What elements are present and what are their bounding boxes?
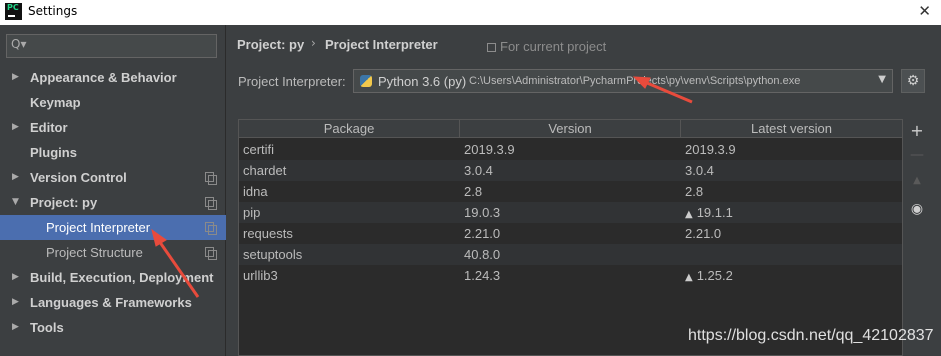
project-settings-icon: [205, 247, 217, 260]
chevron-down-icon[interactable]: ▼: [878, 74, 886, 85]
sidebar-item-label: Version Control: [30, 170, 127, 185]
gear-icon[interactable]: ⚙: [901, 69, 925, 93]
table-row[interactable]: certifi 2019.3.9 2019.3.9: [239, 139, 902, 160]
breadcrumb-separator: ›: [311, 36, 316, 50]
column-header-version[interactable]: Version: [460, 120, 681, 138]
package-latest: 2019.3.9: [685, 142, 736, 157]
upgrade-available-icon: ▲: [685, 272, 693, 283]
packages-table: Package Version Latest version certifi 2…: [238, 119, 903, 356]
interpreter-label: Project Interpreter:: [238, 74, 346, 89]
project-settings-icon: [205, 197, 217, 210]
pycharm-logo-icon: PC: [5, 3, 22, 20]
table-row[interactable]: pip 19.0.3 ▲ 19.1.1: [239, 202, 902, 223]
package-version: 2.8: [464, 184, 483, 199]
package-name: certifi: [243, 142, 275, 157]
latest-version-label: 1.25.2: [696, 268, 733, 283]
package-version: 1.24.3: [464, 268, 501, 283]
table-row[interactable]: setuptools 40.8.0: [239, 244, 902, 265]
package-name: idna: [243, 184, 268, 199]
package-version: 40.8.0: [464, 247, 501, 262]
sidebar-item-editor[interactable]: ▶ Editor: [0, 115, 226, 140]
interpreter-select[interactable]: Python 3.6 (py) C:\Users\Administrator\P…: [353, 69, 893, 93]
package-version: 3.0.4: [464, 163, 493, 178]
expand-arrow-icon[interactable]: ▶: [12, 290, 19, 315]
interpreter-path: C:\Users\Administrator\PycharmProjects\p…: [469, 75, 801, 87]
search-icon: Q▾: [11, 37, 27, 51]
package-name: urllib3: [243, 268, 278, 283]
interpreter-name: Python 3.6 (py): [378, 74, 467, 89]
window-title: Settings: [28, 4, 78, 18]
python-icon: [360, 75, 372, 87]
table-row[interactable]: chardet 3.0.4 3.0.4: [239, 160, 902, 181]
column-header-latest-version[interactable]: Latest version: [681, 120, 902, 138]
latest-version-label: 19.1.1: [696, 205, 733, 220]
expand-arrow-icon[interactable]: ▶: [12, 165, 19, 190]
sidebar-item-version-control[interactable]: ▶ Version Control: [0, 165, 226, 190]
watermark: https://blog.csdn.net/qq_42102837: [688, 327, 934, 344]
sidebar-item-keymap[interactable]: Keymap: [0, 90, 226, 115]
settings-sidebar: Q▾ ▶ Appearance & Behavior Keymap ▶ Edit…: [0, 25, 226, 356]
close-icon[interactable]: ✕: [918, 2, 931, 20]
package-latest: ▲ 19.1.1: [685, 202, 733, 225]
project-settings-icon: [205, 222, 217, 235]
settings-content: Project: py › Project Interpreter For cu…: [227, 25, 941, 356]
sidebar-item-languages-frameworks[interactable]: ▶ Languages & Frameworks: [0, 290, 226, 315]
package-version: 2019.3.9: [464, 142, 515, 157]
sidebar-item-label: Tools: [30, 320, 64, 335]
package-version: 2.21.0: [464, 226, 501, 241]
expand-arrow-icon[interactable]: ▶: [12, 265, 19, 290]
page-title: Project Interpreter: [325, 37, 438, 52]
project-settings-icon: [205, 172, 217, 185]
sidebar-item-plugins[interactable]: Plugins: [0, 140, 226, 165]
expand-arrow-icon[interactable]: ▶: [12, 65, 19, 90]
expand-arrow-icon[interactable]: ▶: [12, 115, 19, 140]
package-name: chardet: [243, 163, 287, 178]
remove-package-button[interactable]: —: [907, 147, 927, 167]
package-name: setuptools: [243, 247, 303, 262]
table-row[interactable]: idna 2.8 2.8: [239, 181, 902, 202]
sidebar-item-appearance-behavior[interactable]: ▶ Appearance & Behavior: [0, 65, 226, 90]
sidebar-item-label: Editor: [30, 120, 68, 135]
scope-hint: For current project: [487, 39, 606, 54]
package-latest: 2.21.0: [685, 226, 722, 241]
sidebar-item-label: Keymap: [30, 95, 81, 110]
project-scope-icon: [487, 43, 496, 52]
package-name: pip: [243, 205, 261, 220]
sidebar-item-label: Build, Execution, Deployment: [30, 270, 214, 285]
column-header-package[interactable]: Package: [239, 120, 460, 138]
breadcrumb-project[interactable]: Project: py: [237, 37, 304, 52]
upgrade-available-icon: ▲: [685, 209, 693, 220]
package-latest: ▲ 1.25.2: [685, 265, 733, 288]
package-latest: 3.0.4: [685, 163, 714, 178]
scope-hint-label: For current project: [500, 39, 607, 54]
sidebar-item-label: Project Structure: [46, 245, 143, 260]
expand-arrow-icon[interactable]: ▶: [12, 315, 19, 340]
search-input[interactable]: Q▾: [6, 34, 217, 58]
package-name: requests: [243, 226, 293, 241]
sidebar-item-project-structure[interactable]: Project Structure: [0, 240, 226, 265]
table-row[interactable]: urllib3 1.24.3 ▲ 1.25.2: [239, 265, 902, 286]
package-version: 19.0.3: [464, 205, 501, 220]
sidebar-item-label: Project Interpreter: [46, 220, 151, 235]
sidebar-item-label: Languages & Frameworks: [30, 295, 192, 310]
add-package-button[interactable]: +: [907, 121, 927, 141]
sidebar-item-label: Appearance & Behavior: [30, 70, 177, 85]
title-bar: PC Settings ✕: [0, 0, 941, 25]
sidebar-item-build-execution-deployment[interactable]: ▶ Build, Execution, Deployment: [0, 265, 226, 290]
collapse-arrow-icon[interactable]: ▼: [12, 190, 19, 215]
upgrade-package-button[interactable]: ▲: [907, 175, 927, 195]
sidebar-item-project-interpreter[interactable]: Project Interpreter: [0, 215, 226, 240]
sidebar-item-label: Project: py: [30, 195, 98, 210]
package-latest: 2.8: [685, 184, 704, 199]
sidebar-item-label: Plugins: [30, 145, 77, 160]
eye-icon[interactable]: ◉: [907, 201, 927, 221]
table-header: Package Version Latest version: [239, 120, 902, 138]
sidebar-item-project[interactable]: ▼ Project: py: [0, 190, 226, 215]
table-row[interactable]: requests 2.21.0 2.21.0: [239, 223, 902, 244]
sidebar-item-tools[interactable]: ▶ Tools: [0, 315, 226, 340]
